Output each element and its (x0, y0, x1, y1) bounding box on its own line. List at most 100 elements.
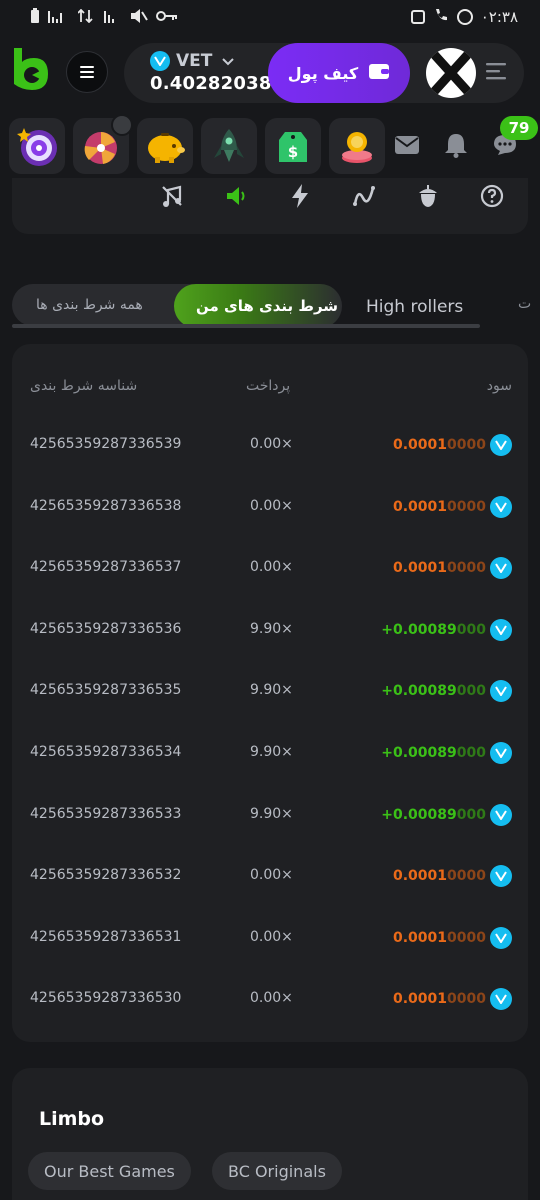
profit-value: 0.00010000 (393, 499, 486, 515)
vet-coin-icon (490, 742, 512, 764)
profit-cell: 0.00010000 (393, 988, 512, 1011)
table-row[interactable]: 42565359287336539 0.00× 0.00010000 (12, 416, 528, 478)
lightning-icon[interactable] (286, 182, 314, 210)
table-row[interactable]: 42565359287336537 0.00× 0.00010000 (12, 539, 528, 601)
wallet-pill: VET 0.40282038 کیف پول (124, 43, 524, 103)
profit-main: 0.0001 (393, 498, 448, 515)
tab-partial[interactable]: ت (518, 296, 531, 312)
status-left-icons (30, 7, 178, 27)
profit-main: +0.00089 (381, 621, 457, 638)
profit-main: +0.00089 (381, 683, 457, 700)
top-header: VET 0.40282038 کیف پول (0, 34, 540, 114)
bet-id-cell[interactable]: 42565359287336536 (30, 621, 181, 637)
profit-cell: +0.00089000 (381, 680, 512, 703)
bet-id-cell[interactable]: 42565359287336532 (30, 867, 181, 883)
coin-selector[interactable]: VET 0.40282038 (150, 51, 272, 95)
user-avatar[interactable] (426, 48, 476, 98)
table-row[interactable]: 42565359287336531 0.00× 0.00010000 (12, 909, 528, 971)
wallet-icon (368, 62, 390, 84)
bet-id-cell[interactable]: 42565359287336535 (30, 682, 181, 698)
page: ۰۲:۳۸ VET 0.40282038 کیف پول $ 79 همه شر… (0, 0, 540, 1200)
signal-icon (48, 9, 70, 26)
chip-our-best-games[interactable]: Our Best Games (28, 1152, 191, 1190)
data-transfer-icon (77, 8, 96, 26)
table-row[interactable]: 42565359287336530 0.00× 0.00010000 (12, 970, 528, 1032)
bet-id-cell[interactable]: 42565359287336538 (30, 498, 181, 514)
wallet-balance: 0.40282038 (150, 73, 272, 94)
profit-main: 0.0001 (393, 991, 448, 1008)
chart-line-icon[interactable] (350, 182, 378, 210)
profit-cell: 0.00010000 (393, 865, 512, 888)
coin-symbol: VET (176, 51, 213, 71)
wallet-button[interactable]: کیف پول (268, 43, 410, 103)
profit-value: 0.00010000 (393, 560, 486, 576)
profit-main: 0.0001 (393, 437, 448, 453)
acorn-icon[interactable] (414, 182, 442, 210)
help-icon[interactable] (478, 182, 506, 210)
price-tag-tile[interactable]: $ (265, 118, 321, 174)
bet-id-cell[interactable]: 42565359287336539 (30, 436, 181, 452)
sound-icon[interactable] (222, 182, 250, 210)
profit-trailing-zeros: 0000 (447, 991, 486, 1008)
rocket-icon (214, 129, 244, 162)
table-row[interactable]: 42565359287336535 9.90× +0.00089000 (12, 662, 528, 724)
profit-main: 0.0001 (393, 560, 448, 577)
profit-cell: +0.00089000 (381, 618, 512, 641)
profit-value: 0.00010000 (393, 991, 486, 1007)
key-icon (156, 10, 178, 25)
payout-cell: 0.00× (250, 497, 293, 514)
header-profit: سود (486, 378, 512, 394)
table-row[interactable]: 42565359287336533 9.90× +0.00089000 (12, 786, 528, 848)
table-row[interactable]: 42565359287336534 9.90× +0.00089000 (12, 724, 528, 786)
wallet-label: کیف پول (287, 63, 359, 83)
bet-id-cell[interactable]: 42565359287336537 (30, 559, 181, 575)
payout-cell: 9.90× (250, 682, 293, 699)
profit-trailing-zeros: 0000 (447, 929, 486, 946)
profit-cell: +0.00089000 (381, 742, 512, 764)
profit-trailing-zeros: 0000 (447, 498, 486, 515)
profit-main: 0.0001 (393, 929, 448, 946)
table-row[interactable]: 42565359287336538 0.00× 0.00010000 (12, 478, 528, 540)
table-row[interactable]: 42565359287336536 9.90× +0.00089000 (12, 601, 528, 663)
table-row[interactable]: 42565359287336532 0.00× 0.00010000 (12, 847, 528, 909)
status-right-icons: ۰۲:۳۸ (410, 8, 518, 27)
piggy-bank-tile[interactable] (137, 118, 193, 174)
sidebar-toggle-icon[interactable] (486, 61, 508, 85)
screenshot-icon (410, 10, 425, 24)
coin-stack-icon (342, 132, 372, 163)
shortcut-bar: $ 79 (0, 116, 540, 176)
mail-icon[interactable] (392, 130, 422, 160)
chip-bc-originals[interactable]: BC Originals (212, 1152, 342, 1190)
tab-all-bets-label: همه شرط بندی ها (36, 297, 143, 313)
profit-value: 0.00010000 (393, 868, 486, 884)
profit-main: +0.00089 (381, 806, 457, 823)
bet-id-cell[interactable]: 42565359287336531 (30, 929, 181, 945)
profit-trailing-zeros: 000 (456, 745, 486, 761)
profit-cell: 0.00010000 (393, 495, 512, 518)
price-tag-icon: $ (279, 132, 307, 162)
coin-stack-tile[interactable] (329, 118, 385, 174)
payout-cell: 0.00× (250, 559, 293, 576)
profit-main: 0.0001 (393, 868, 448, 885)
hamburger-menu-button[interactable] (66, 51, 108, 93)
vet-coin-icon (490, 618, 512, 641)
bc-logo[interactable] (12, 46, 50, 92)
payout-cell: 0.00× (250, 436, 293, 452)
profit-cell: 0.00010000 (393, 434, 512, 456)
vet-coin-icon (150, 51, 170, 71)
music-off-icon[interactable] (158, 182, 186, 210)
header-bet-id: شناسه شرط بندی (30, 378, 138, 394)
bet-id-cell[interactable]: 42565359287336530 (30, 990, 181, 1006)
profit-value: +0.00089000 (381, 807, 486, 823)
payout-cell: 9.90× (250, 744, 293, 760)
rocket-tile[interactable] (201, 118, 257, 174)
bet-id-cell[interactable]: 42565359287336533 (30, 806, 181, 822)
battery-icon (30, 7, 40, 27)
bet-id-cell[interactable]: 42565359287336534 (30, 744, 181, 760)
tabs-scrollbar[interactable] (12, 324, 480, 328)
vet-coin-icon (490, 865, 512, 888)
bell-icon[interactable] (441, 130, 471, 160)
tab-my-bets[interactable]: شرط بندی های من (174, 284, 342, 328)
vet-coin-icon (490, 926, 512, 949)
spin-game-tile[interactable] (9, 118, 65, 174)
